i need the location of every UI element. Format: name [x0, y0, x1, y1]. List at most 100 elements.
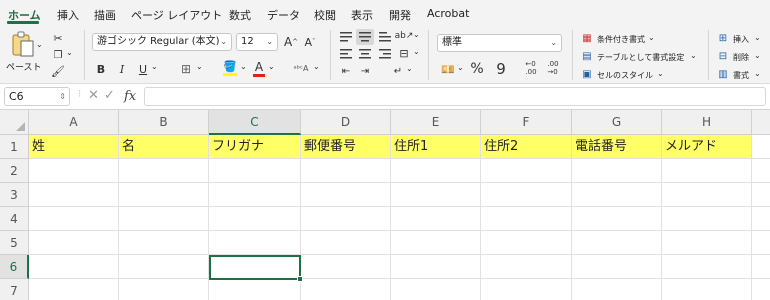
table-dropdown-icon[interactable]: ⌄: [690, 51, 697, 60]
orientation-dropdown-icon[interactable]: ⌄: [413, 30, 420, 39]
cell-c1[interactable]: フリガナ: [209, 135, 301, 159]
cell-g7[interactable]: [572, 279, 662, 300]
row-header-1[interactable]: 1: [0, 135, 29, 159]
cell-e6[interactable]: [391, 255, 481, 279]
cell-e3[interactable]: [391, 183, 481, 207]
cell-d6[interactable]: [301, 255, 391, 279]
format-as-table-button[interactable]: テーブルとして書式設定: [597, 52, 684, 63]
cell-d4[interactable]: [301, 207, 391, 231]
select-all-button[interactable]: [0, 110, 29, 135]
cell-i2[interactable]: [752, 159, 770, 183]
cell-c5[interactable]: [209, 231, 301, 255]
cell-a2[interactable]: [29, 159, 119, 183]
tab-draw[interactable]: 描画: [94, 7, 116, 23]
cell-d2[interactable]: [301, 159, 391, 183]
cell-b3[interactable]: [119, 183, 209, 207]
phonetic-dropdown-icon[interactable]: ⌄: [313, 62, 320, 71]
phonetic-guide-icon[interactable]: ᵃᵇᶜA: [290, 60, 312, 76]
cell-styles-dropdown-icon[interactable]: ⌄: [657, 69, 664, 78]
tab-review[interactable]: 校閲: [314, 7, 336, 23]
cell-a5[interactable]: [29, 231, 119, 255]
cell-d3[interactable]: [301, 183, 391, 207]
cell-c4[interactable]: [209, 207, 301, 231]
cell-i4[interactable]: [752, 207, 770, 231]
underline-dropdown-icon[interactable]: ⌄: [151, 62, 158, 71]
borders-icon[interactable]: ⊞: [178, 61, 194, 77]
paste-dropdown-icon[interactable]: ⌄: [36, 40, 43, 49]
column-header-i[interactable]: [752, 110, 770, 135]
number-format-dropdown[interactable]: 標準 ⌄: [437, 34, 562, 52]
format-dropdown-icon[interactable]: ⌄: [754, 69, 761, 78]
cell-a7[interactable]: [29, 279, 119, 300]
merge-center-icon[interactable]: ⊟: [397, 46, 411, 60]
column-header-g[interactable]: G: [572, 110, 662, 135]
decrease-indent-icon[interactable]: ⇤: [338, 64, 354, 78]
tab-page-layout[interactable]: ページ レイアウト: [131, 7, 222, 23]
font-color-dropdown-icon[interactable]: ⌄: [268, 62, 275, 71]
cancel-icon[interactable]: ✕: [88, 88, 99, 103]
tab-insert[interactable]: 挿入: [57, 7, 79, 23]
cell-e2[interactable]: [391, 159, 481, 183]
tab-developer[interactable]: 開発: [389, 7, 411, 23]
cell-h6[interactable]: [662, 255, 752, 279]
cell-c2[interactable]: [209, 159, 301, 183]
cell-b2[interactable]: [119, 159, 209, 183]
comma-style-icon[interactable]: 9: [493, 60, 509, 78]
cell-e1[interactable]: 住所1: [391, 135, 481, 159]
cell-i7[interactable]: [752, 279, 770, 300]
insert-function-button[interactable]: fx: [124, 89, 136, 104]
column-header-a[interactable]: A: [29, 110, 119, 135]
copy-icon[interactable]: ❐: [50, 48, 66, 62]
cell-c3[interactable]: [209, 183, 301, 207]
cell-d1[interactable]: 郵便番号: [301, 135, 391, 159]
paste-button[interactable]: [10, 30, 36, 58]
column-header-f[interactable]: F: [481, 110, 572, 135]
wrap-dropdown-icon[interactable]: ⌄: [406, 64, 413, 73]
cut-icon[interactable]: ✂: [50, 30, 66, 46]
conditional-dropdown-icon[interactable]: ⌄: [648, 33, 655, 42]
column-header-d[interactable]: D: [301, 110, 391, 135]
wrap-text-icon[interactable]: ↵: [390, 64, 406, 78]
font-color-button[interactable]: A: [252, 59, 266, 78]
fill-color-button[interactable]: 🪣: [222, 59, 238, 78]
increase-decimal-icon[interactable]: ←0.00: [522, 59, 540, 77]
column-header-h[interactable]: H: [662, 110, 752, 135]
name-box[interactable]: C6 ⇕: [4, 87, 70, 106]
copy-dropdown-icon[interactable]: ⌄: [66, 48, 73, 57]
cell-f1[interactable]: 住所2: [481, 135, 572, 159]
row-header-7[interactable]: 7: [0, 279, 29, 300]
cell-g2[interactable]: [572, 159, 662, 183]
cell-h3[interactable]: [662, 183, 752, 207]
format-cells-button[interactable]: 書式: [733, 70, 749, 81]
formula-input[interactable]: [144, 87, 766, 106]
align-right-icon[interactable]: [377, 47, 393, 61]
decrease-decimal-icon[interactable]: .00 →0: [544, 59, 562, 77]
cell-f3[interactable]: [481, 183, 572, 207]
align-top-icon[interactable]: [338, 30, 354, 44]
cell-h7[interactable]: [662, 279, 752, 300]
insert-dropdown-icon[interactable]: ⌄: [754, 33, 761, 42]
delete-dropdown-icon[interactable]: ⌄: [754, 51, 761, 60]
tab-acrobat[interactable]: Acrobat: [427, 7, 469, 20]
cell-i6[interactable]: [752, 255, 770, 279]
cell-b1[interactable]: 名: [119, 135, 209, 159]
row-header-5[interactable]: 5: [0, 231, 29, 255]
font-size-dropdown[interactable]: 12 ⌄: [236, 33, 278, 51]
cell-styles-button[interactable]: セルのスタイル: [597, 70, 653, 81]
align-left-icon[interactable]: [338, 47, 354, 61]
bold-button[interactable]: B: [94, 62, 108, 76]
fill-color-dropdown-icon[interactable]: ⌄: [240, 62, 247, 71]
spreadsheet-grid[interactable]: A B C D E F G H 1 2 3 4 5 6 7 姓 名 フリガナ 郵…: [0, 110, 770, 300]
insert-cells-button[interactable]: 挿入: [733, 34, 749, 45]
cell-b7[interactable]: [119, 279, 209, 300]
column-header-e[interactable]: E: [391, 110, 481, 135]
cell-i3[interactable]: [752, 183, 770, 207]
cell-a3[interactable]: [29, 183, 119, 207]
format-painter-icon[interactable]: 🖌: [50, 64, 66, 78]
cell-f6[interactable]: [481, 255, 572, 279]
align-bottom-icon[interactable]: [377, 30, 393, 44]
cell-e5[interactable]: [391, 231, 481, 255]
cell-a6[interactable]: [29, 255, 119, 279]
cell-g6[interactable]: [572, 255, 662, 279]
increase-font-size-button[interactable]: A ^: [283, 33, 299, 51]
